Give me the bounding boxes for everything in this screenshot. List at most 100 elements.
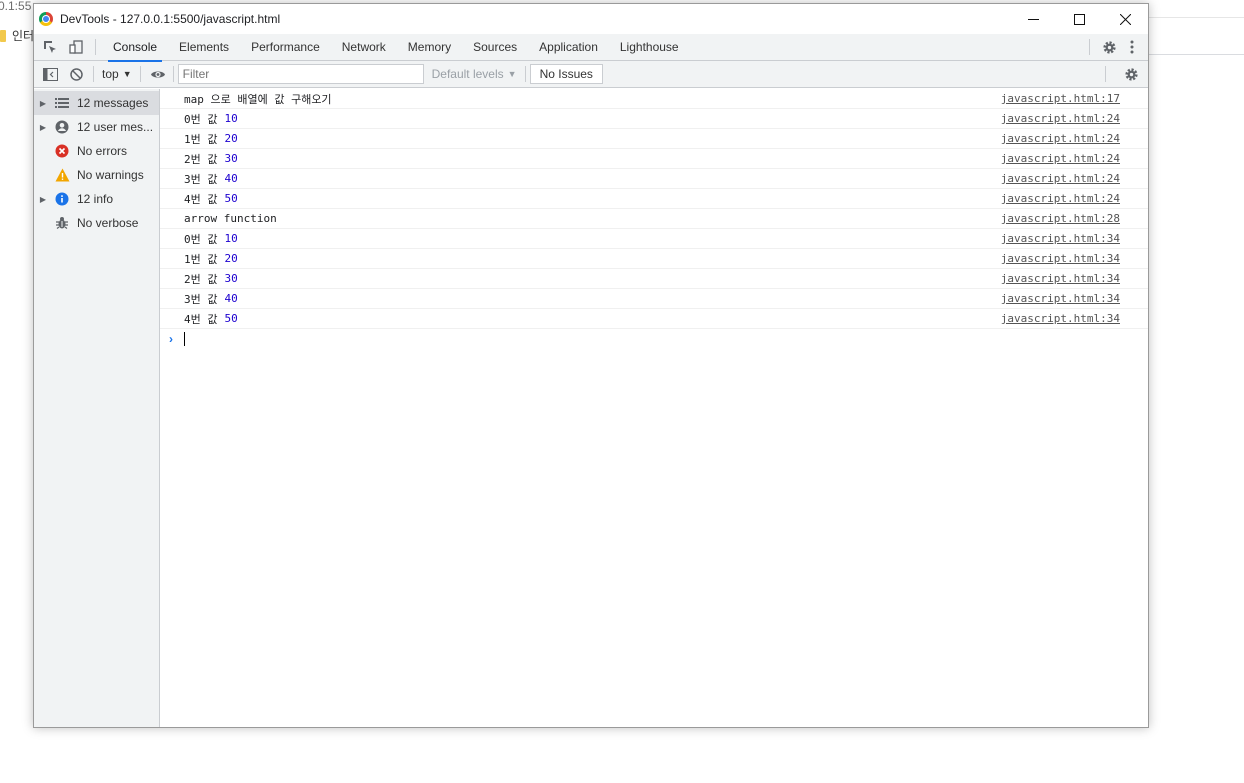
sidebar-item-verbose[interactable]: No verbose <box>34 211 159 235</box>
tab-application[interactable]: Application <box>528 34 609 61</box>
context-selector[interactable]: top ▼ <box>96 67 138 81</box>
bug-icon <box>50 216 74 230</box>
message-value: 50 <box>224 192 238 205</box>
minimize-button[interactable] <box>1010 4 1056 34</box>
tab-sources[interactable]: Sources <box>462 34 528 61</box>
message-text: 1번 값 <box>184 132 218 146</box>
console-message: 1번 값 20 javascript.html:24 <box>160 129 1148 149</box>
info-icon <box>50 192 74 206</box>
message-text: 3번 값 <box>184 292 218 306</box>
source-link[interactable]: javascript.html:24 <box>1001 132 1120 145</box>
sidebar-icon <box>42 67 58 81</box>
message-value: 10 <box>224 232 238 245</box>
title-bar[interactable]: DevTools - 127.0.0.1:5500/javascript.htm… <box>34 4 1148 34</box>
source-link[interactable]: javascript.html:34 <box>1001 232 1120 245</box>
filter-input[interactable] <box>177 64 424 84</box>
gear-icon <box>1102 40 1116 54</box>
close-button[interactable] <box>1102 4 1148 34</box>
more-options-button[interactable] <box>1122 34 1142 61</box>
tab-lighthouse[interactable]: Lighthouse <box>609 34 690 61</box>
sidebar-item-label: No verbose <box>77 216 139 230</box>
window-controls <box>1010 4 1148 34</box>
issues-button[interactable]: No Issues <box>529 64 603 84</box>
warning-icon <box>50 168 74 182</box>
message-value: 30 <box>224 152 238 165</box>
message-value: 40 <box>224 172 238 185</box>
message-value: 50 <box>224 312 238 325</box>
console-body: ▶ 12 messages ▶ 12 user mes... No errors <box>34 89 1148 727</box>
sidebar-item-errors[interactable]: No errors <box>34 139 159 163</box>
console-settings-button[interactable] <box>1118 61 1144 88</box>
toolbar-separator <box>139 66 141 82</box>
window-title: DevTools - 127.0.0.1:5500/javascript.htm… <box>60 12 281 26</box>
list-icon <box>50 98 74 108</box>
tab-elements[interactable]: Elements <box>168 34 240 61</box>
sidebar-item-info[interactable]: ▶ 12 info <box>34 187 159 211</box>
background-bookmark[interactable]: 인터 <box>0 27 34 44</box>
message-text: arrow function <box>184 212 277 225</box>
device-icon <box>69 40 83 54</box>
console-toolbar: top ▼ Default levels ▼ No Issues <box>34 61 1148 88</box>
tab-label: Network <box>341 40 386 54</box>
console-messages[interactable]: map 으로 배열에 값 구해오기 javascript.html:17 0번 값… <box>160 89 1148 727</box>
tab-console[interactable]: Console <box>102 34 168 62</box>
source-link[interactable]: javascript.html:34 <box>1001 292 1120 305</box>
sidebar-item-label: 12 messages <box>77 96 149 110</box>
maximize-button[interactable] <box>1056 4 1102 34</box>
sidebar-item-label: 12 user mes... <box>77 120 154 134</box>
settings-button[interactable] <box>1096 34 1122 61</box>
device-toolbar-button[interactable] <box>63 34 89 61</box>
console-message: 4번 값 50 javascript.html:34 <box>160 309 1148 329</box>
context-label: top <box>102 67 119 81</box>
tab-performance[interactable]: Performance <box>240 34 331 61</box>
clear-console-button[interactable] <box>63 61 89 88</box>
sidebar-item-user-messages[interactable]: ▶ 12 user mes... <box>34 115 159 139</box>
log-levels-dropdown[interactable]: Default levels ▼ <box>432 67 517 81</box>
sidebar-item-messages[interactable]: ▶ 12 messages <box>34 91 159 115</box>
toolbar-separator <box>1089 39 1090 55</box>
toolbar-separator <box>172 66 174 82</box>
tab-label: Performance <box>251 40 320 54</box>
text-cursor <box>184 332 185 346</box>
source-link[interactable]: javascript.html:34 <box>1001 312 1120 325</box>
toolbar-separator <box>1105 66 1106 82</box>
tab-label: Application <box>539 40 598 54</box>
user-icon <box>50 120 74 134</box>
tab-label: Console <box>113 40 158 54</box>
eye-icon <box>150 71 165 77</box>
source-link[interactable]: javascript.html:24 <box>1001 152 1120 165</box>
tab-label: Sources <box>473 40 518 54</box>
expand-triangle-icon[interactable]: ▶ <box>36 99 50 108</box>
inspect-element-button[interactable] <box>37 34 63 61</box>
toolbar-separator <box>93 66 94 82</box>
panel-tab-bar: Console Elements Performance Network Mem… <box>34 34 1148 62</box>
console-prompt[interactable]: › <box>160 329 1148 349</box>
issues-label: No Issues <box>539 67 593 81</box>
source-link[interactable]: javascript.html:24 <box>1001 172 1120 185</box>
expand-triangle-icon[interactable]: ▶ <box>36 195 50 204</box>
source-link[interactable]: javascript.html:28 <box>1001 212 1120 225</box>
live-expression-button[interactable] <box>145 61 171 88</box>
message-value: 10 <box>224 112 238 125</box>
more-vert-icon <box>1130 40 1134 54</box>
source-link[interactable]: javascript.html:24 <box>1001 112 1120 125</box>
tab-memory[interactable]: Memory <box>397 34 462 61</box>
console-message: 0번 값 10 javascript.html:34 <box>160 229 1148 249</box>
background-divider <box>1148 17 1244 18</box>
console-message: 1번 값 20 javascript.html:34 <box>160 249 1148 269</box>
sidebar-item-warnings[interactable]: No warnings <box>34 163 159 187</box>
tab-network[interactable]: Network <box>331 34 397 61</box>
source-link[interactable]: javascript.html:34 <box>1001 252 1120 265</box>
message-text: 0번 값 <box>184 232 218 246</box>
expand-triangle-icon[interactable]: ▶ <box>36 123 50 132</box>
source-link[interactable]: javascript.html:17 <box>1001 92 1120 105</box>
tab-label: Lighthouse <box>619 40 679 54</box>
console-message: 2번 값 30 javascript.html:34 <box>160 269 1148 289</box>
message-value: 20 <box>224 252 238 265</box>
source-link[interactable]: javascript.html:34 <box>1001 272 1120 285</box>
message-text: 4번 값 <box>184 312 218 326</box>
toggle-sidebar-button[interactable] <box>37 61 63 88</box>
console-message: 3번 값 40 javascript.html:34 <box>160 289 1148 309</box>
source-link[interactable]: javascript.html:24 <box>1001 192 1120 205</box>
tab-label: Elements <box>179 40 230 54</box>
